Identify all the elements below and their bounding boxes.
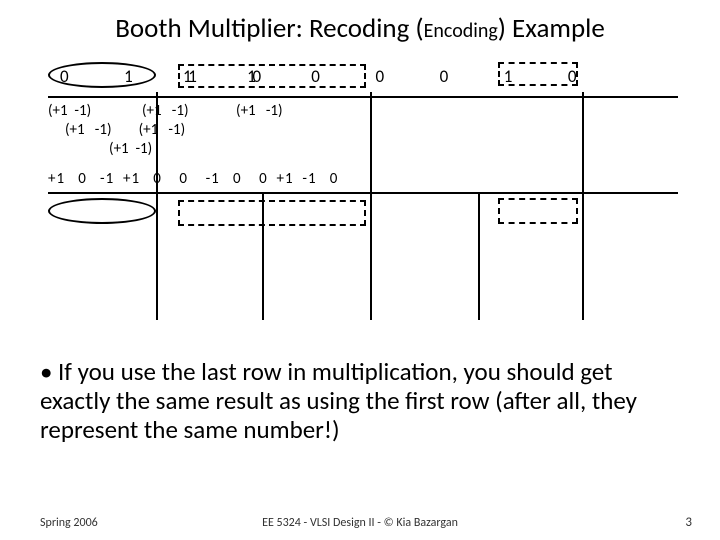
recoding-pairs: (+1 -1) (+1 -1) (+1 -1) (+1 -1) (+1 -1) …	[48, 102, 283, 159]
bullet-text: If you use the last row in multiplicatio…	[40, 356, 637, 445]
title-end: ) Example	[498, 12, 605, 45]
vline-5	[582, 92, 584, 320]
vline-2	[262, 192, 264, 320]
slide-title: Booth Multiplier: Recoding (Encoding) Ex…	[0, 12, 720, 45]
oval-bottom	[48, 198, 156, 224]
footer-center: EE 5324 - VLSI Design II - © Kia Bazarga…	[0, 516, 720, 530]
title-sub: Encoding	[424, 19, 498, 43]
dashed-box-bottom-2	[498, 198, 578, 224]
result-row: +1 0 -1 +1 0 0 -1 0 0 +1 -1 0	[48, 170, 338, 188]
title-main: Booth Multiplier: Recoding (	[115, 12, 423, 45]
bullet-paragraph: •If you use the last row in multiplicati…	[40, 358, 680, 444]
vline-4	[478, 192, 480, 320]
bits-group-2: 1 1 0 0 0 1 0	[183, 66, 588, 87]
dashed-box-bottom-1	[178, 200, 366, 226]
page-number: 3	[685, 515, 692, 530]
vline-3	[370, 92, 372, 320]
recoding-diagram: 0 1 1 0 1 1 0 0 0 1 0 (+1 -1) (+1 -1) (+…	[48, 62, 678, 322]
vline-1	[156, 92, 158, 320]
bullet-dot: •	[40, 358, 58, 387]
